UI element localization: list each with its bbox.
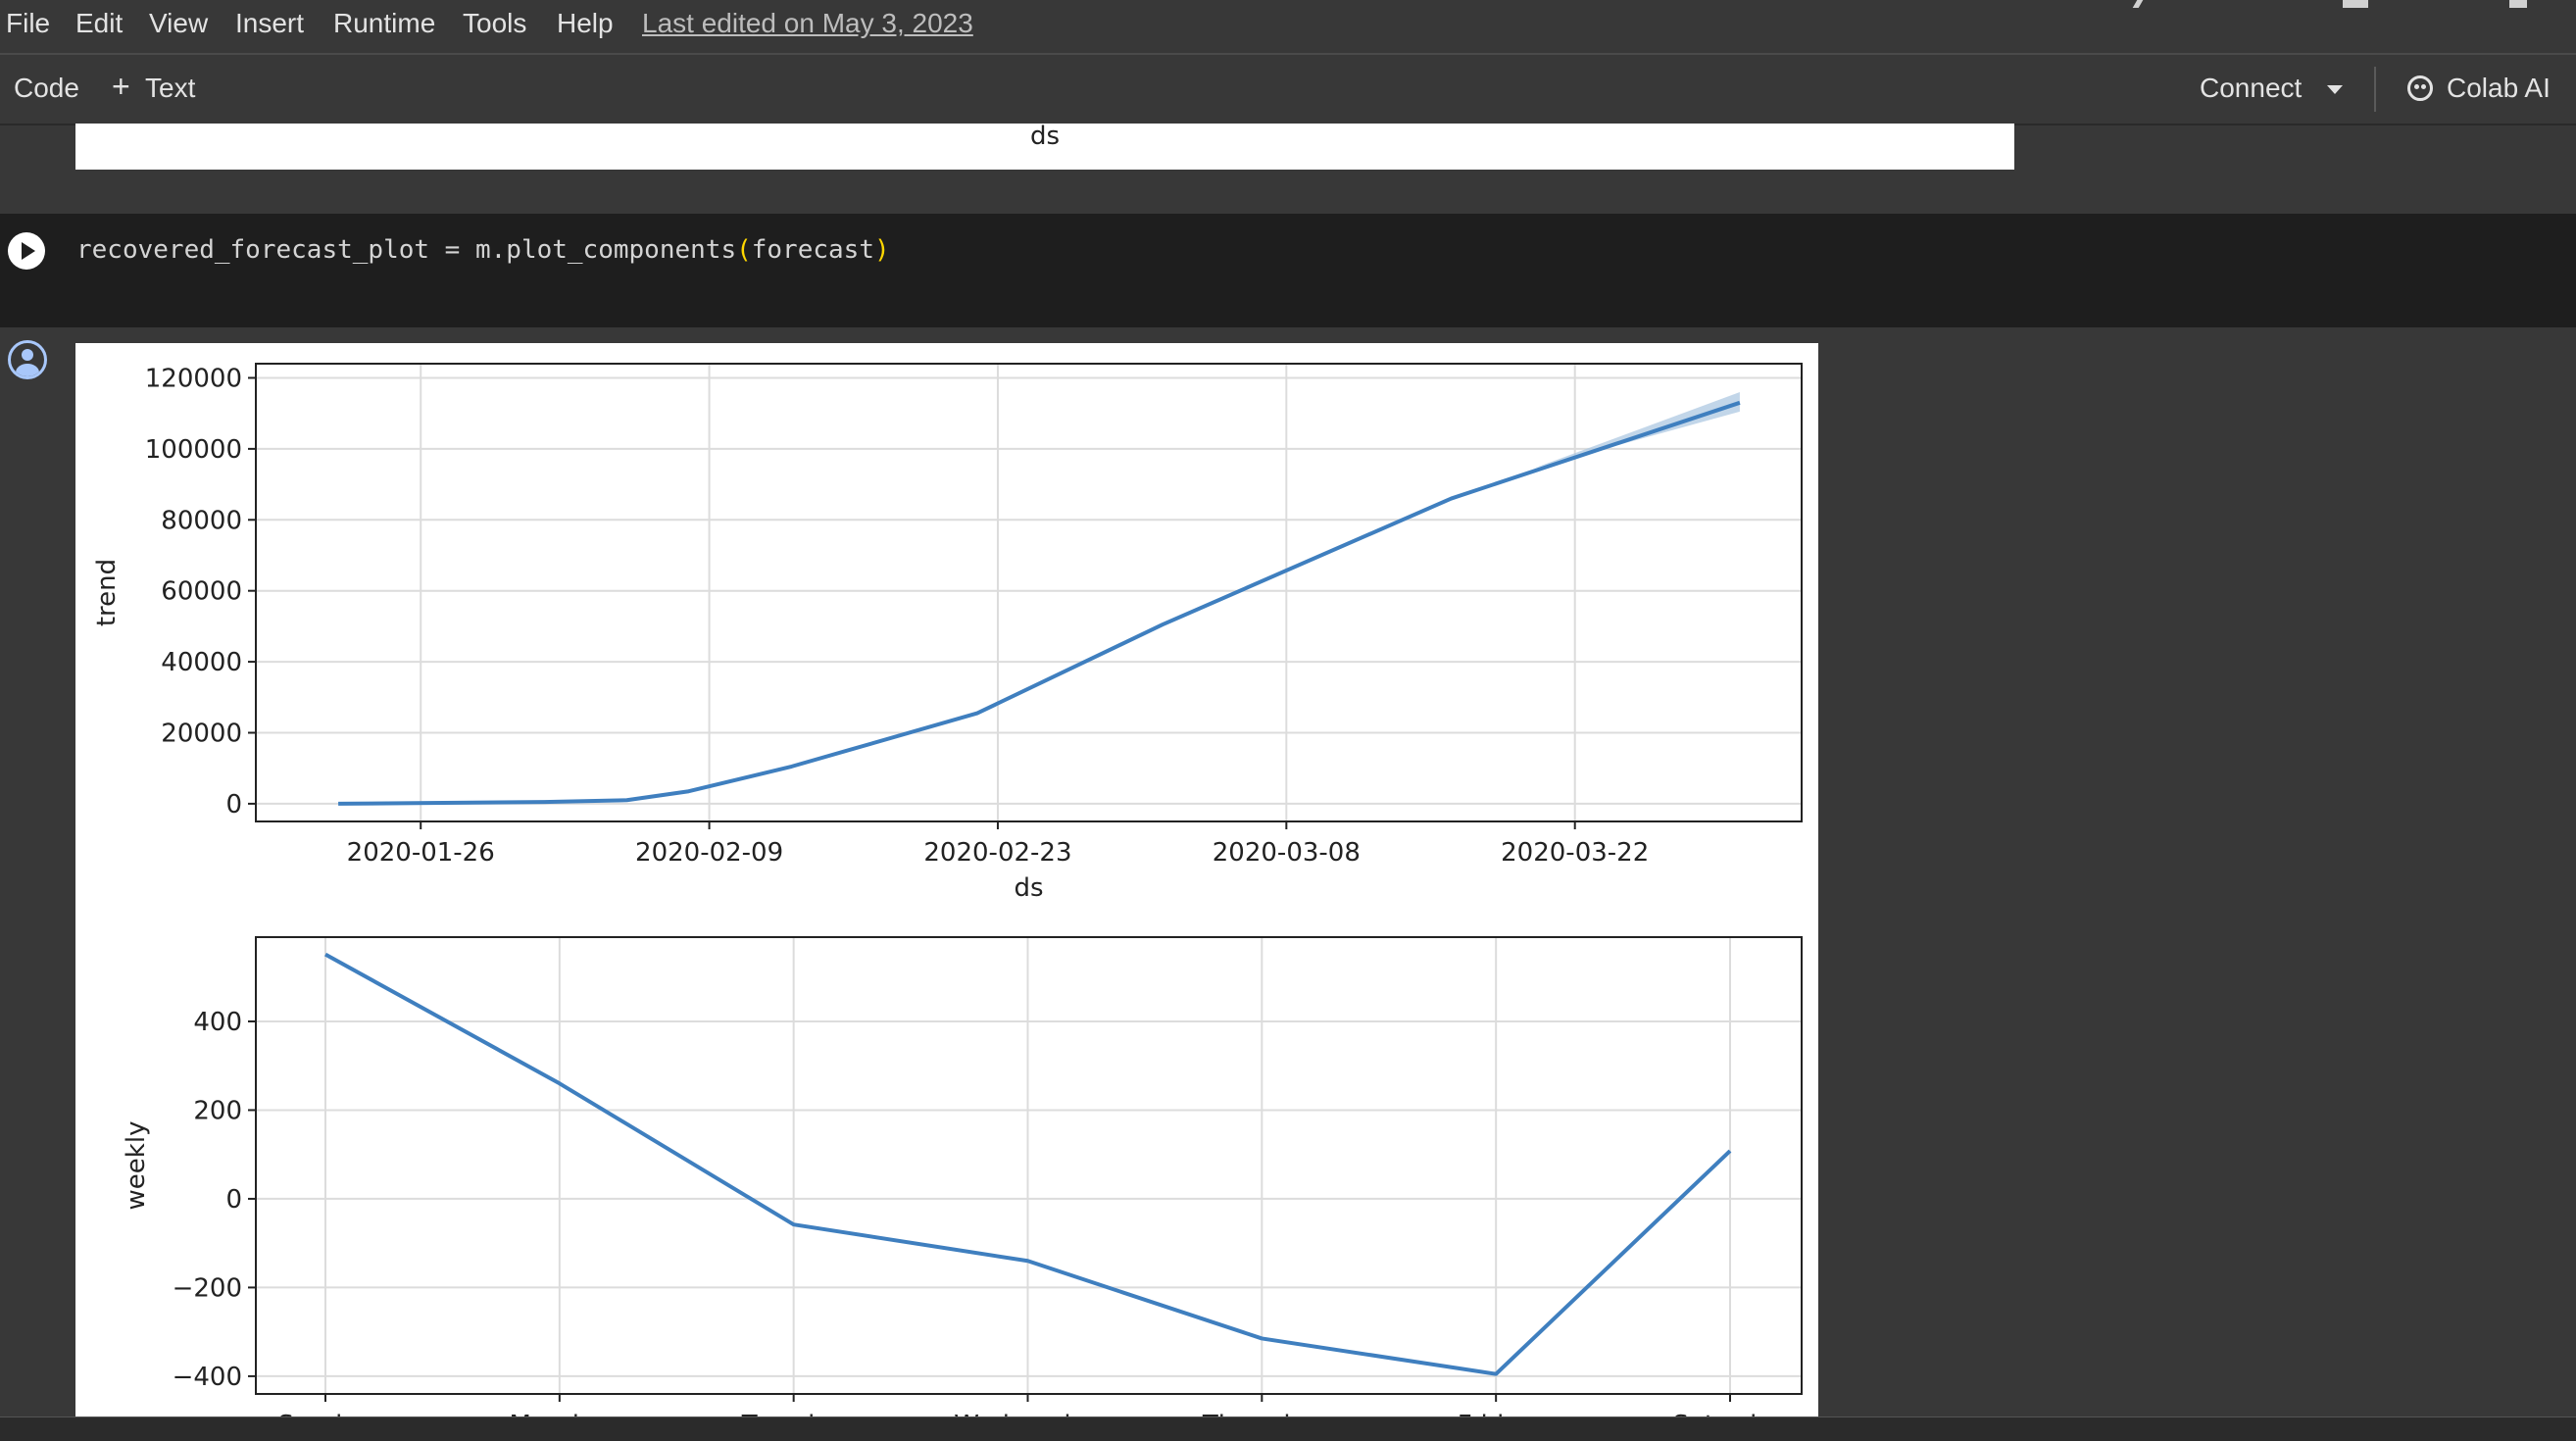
toolbar: Code + Text Connect Colab AI bbox=[0, 55, 2576, 125]
trend-uncertainty-band bbox=[1533, 391, 1740, 469]
trend-y-tick-label: 0 bbox=[225, 790, 242, 820]
horizontal-scrollbar[interactable] bbox=[0, 1416, 2576, 1441]
add-code-button[interactable]: Code bbox=[14, 73, 79, 104]
comment-icon[interactable] bbox=[2132, 0, 2144, 8]
menu-view[interactable]: View bbox=[149, 8, 208, 39]
trend-y-tick-label: 120000 bbox=[145, 364, 242, 393]
menu-help[interactable]: Help bbox=[557, 8, 614, 39]
last-edited-link[interactable]: Last edited on May 3, 2023 bbox=[642, 8, 973, 39]
weekly-y-tick-label: 400 bbox=[193, 1008, 242, 1037]
trend-y-axis-label: trend bbox=[92, 559, 122, 626]
trend-y-tick-label: 80000 bbox=[161, 506, 242, 535]
weekly-y-tick-label: 200 bbox=[193, 1096, 242, 1125]
chevron-down-icon[interactable] bbox=[2327, 85, 2343, 94]
code-argument: forecast bbox=[751, 235, 874, 265]
share-icon[interactable] bbox=[2343, 0, 2368, 8]
trend-x-axis-label: ds bbox=[1014, 873, 1043, 903]
components-figure: 2020-01-26 2020-02-09 2020-02-23 2020-03-08… bbox=[75, 343, 1818, 1416]
menu-file[interactable]: File bbox=[6, 8, 50, 39]
trend-y-tick-label: 60000 bbox=[161, 577, 242, 607]
plus-icon: + bbox=[112, 69, 130, 104]
menu-insert[interactable]: Insert bbox=[235, 8, 304, 39]
connect-button[interactable]: Connect bbox=[2200, 73, 2302, 104]
trend-axes-frame bbox=[255, 363, 1803, 822]
trend-y-tick-label: 100000 bbox=[145, 435, 242, 465]
weekly-y-tick-label: −400 bbox=[173, 1363, 242, 1392]
colab-ai-button[interactable]: Colab AI bbox=[2447, 73, 2551, 104]
menu-tools[interactable]: Tools bbox=[463, 8, 526, 39]
code-paren-close: ) bbox=[873, 235, 890, 265]
trend-x-tick-label: 2020-01-26 bbox=[347, 838, 495, 868]
run-cell-button[interactable] bbox=[8, 232, 45, 270]
trend-y-tick-label: 20000 bbox=[161, 719, 242, 748]
previous-x-axis-label: ds bbox=[1029, 122, 1061, 151]
toolbar-divider bbox=[2374, 67, 2376, 112]
trend-line bbox=[338, 400, 1741, 806]
add-text-button[interactable]: Text bbox=[145, 73, 195, 104]
weekly-y-tick-label: −200 bbox=[173, 1273, 242, 1303]
trend-x-tick-label: 2020-03-22 bbox=[1501, 838, 1649, 868]
weekly-y-tick-label: 0 bbox=[225, 1185, 242, 1215]
weekly-y-axis-label: weekly bbox=[122, 1121, 151, 1211]
code-editor-line[interactable]: recovered_forecast_plot = m.plot_compone… bbox=[76, 235, 890, 265]
output-avatar-icon[interactable] bbox=[8, 340, 47, 379]
code-text: recovered_forecast_plot = m.plot_compone… bbox=[76, 235, 737, 265]
previous-output: ds bbox=[75, 124, 2014, 170]
code-paren-open: ( bbox=[736, 235, 752, 265]
trend-x-tick-label: 2020-02-23 bbox=[923, 838, 1071, 868]
trend-x-tick-label: 2020-03-08 bbox=[1213, 838, 1361, 868]
menu-bar: File Edit View Insert Runtime Tools Help… bbox=[0, 0, 2576, 55]
menu-edit[interactable]: Edit bbox=[75, 8, 123, 39]
code-cell[interactable] bbox=[0, 214, 2576, 327]
settings-icon[interactable] bbox=[2509, 0, 2527, 8]
menu-runtime[interactable]: Runtime bbox=[333, 8, 435, 39]
components-figure-svg: 2020-01-26 2020-02-09 2020-02-23 2020-03-08… bbox=[92, 363, 1803, 1416]
trend-x-tick-label: 2020-02-09 bbox=[635, 838, 783, 868]
colab-window: File Edit View Insert Runtime Tools Help… bbox=[0, 0, 2576, 1441]
colab-ai-icon bbox=[2407, 75, 2433, 101]
trend-y-tick-label: 40000 bbox=[161, 648, 242, 677]
